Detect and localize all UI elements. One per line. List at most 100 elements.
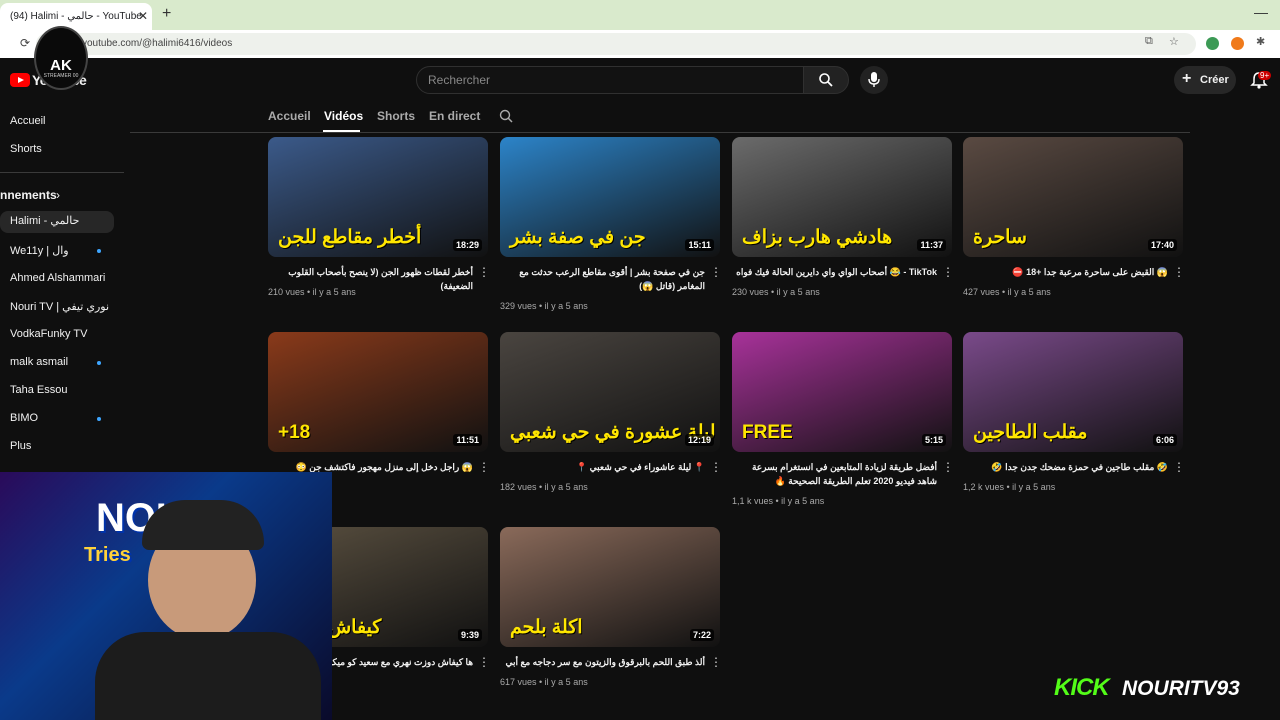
- video-thumbnail[interactable]: جن في صفة بشر 15:11: [500, 137, 720, 257]
- new-content-dot: [97, 417, 101, 421]
- video-thumbnail[interactable]: هادشي هارب بزاف 11:37: [732, 137, 952, 257]
- new-content-dot: [97, 361, 101, 365]
- video-thumbnail[interactable]: +18 11:51: [268, 332, 488, 452]
- video-meta: 427 vues • il y a 5 ans: [963, 287, 1051, 297]
- chevron-right-icon[interactable]: ›: [56, 188, 60, 202]
- video-meta: 1,1 k vues • il y a 5 ans: [732, 496, 825, 506]
- search-icon: [819, 73, 833, 87]
- video-meta: 329 vues • il y a 5 ans: [500, 301, 588, 311]
- thumbnail-caption: اكلة بلحم: [510, 617, 583, 638]
- sidebar-sub-more[interactable]: Plus: [10, 440, 31, 452]
- sidebar-sub-we11y[interactable]: We11y | وال: [10, 244, 69, 257]
- video-title[interactable]: 📍 ليلة عاشوراء في حي شعبي 📍: [500, 460, 705, 474]
- video-title[interactable]: ألذ طبق اللحم بالبرقوق والزيتون مع سر دج…: [500, 655, 705, 669]
- create-button[interactable]: + Créer: [1174, 66, 1236, 94]
- sidebar-sub-halimi[interactable]: Halimi - حالمي: [0, 211, 114, 233]
- video-thumbnail[interactable]: ليلة عشورة في حي شعبي 12:19: [500, 332, 720, 452]
- sidebar-item-shorts[interactable]: Shorts: [10, 143, 42, 155]
- video-thumbnail[interactable]: ساحرة 17:40: [963, 137, 1183, 257]
- video-duration: 18:29: [452, 239, 482, 251]
- plus-icon: +: [1182, 70, 1192, 87]
- video-title[interactable]: أفضل طريقة لزيادة المتابعين في انستغرام …: [732, 460, 937, 488]
- streamer-hoodie: [95, 632, 321, 720]
- tab-shorts[interactable]: Shorts: [377, 109, 415, 123]
- sidebar-sub-bimo[interactable]: BIMO: [10, 412, 38, 424]
- sidebar-sub-taha[interactable]: Taha Essou: [10, 384, 67, 396]
- video-duration: 11:51: [453, 434, 482, 446]
- more-options-icon[interactable]: ⋮: [478, 265, 490, 279]
- extensions-puzzle-icon[interactable]: ✱: [1256, 35, 1265, 48]
- voice-search-button[interactable]: [860, 66, 888, 94]
- channel-search-icon[interactable]: [499, 109, 513, 123]
- sidebar-sub-ahmed[interactable]: Ahmed Alshammari: [10, 272, 105, 284]
- video-meta: 182 vues • il y a 5 ans: [500, 482, 588, 492]
- browser-tab[interactable]: (94) Halimi - حالمي - YouTube ✕: [0, 3, 152, 30]
- thumbnail-caption: جن في صفة بشر: [510, 227, 646, 248]
- video-title[interactable]: TikTok - 😂 أصحاب الواي واي دايرين الحالة…: [732, 265, 937, 279]
- streamer-cap: [142, 500, 264, 550]
- more-options-icon[interactable]: ⋮: [1173, 265, 1185, 279]
- reload-icon[interactable]: ⟳: [20, 36, 30, 50]
- create-label: Créer: [1200, 74, 1229, 86]
- tabs-divider: [130, 132, 1190, 133]
- sidebar-sub-nouri[interactable]: Nouri TV | نوري تيفي: [10, 300, 109, 313]
- more-options-icon[interactable]: ⋮: [710, 655, 722, 669]
- more-options-icon[interactable]: ⋮: [710, 265, 722, 279]
- tab-live[interactable]: En direct: [429, 109, 480, 123]
- video-thumbnail[interactable]: أخطر مقاطع للجن 18:29: [268, 137, 488, 257]
- new-tab-button[interactable]: +: [162, 5, 171, 23]
- thumbnail-caption: هادشي هارب بزاف: [742, 227, 893, 248]
- video-duration: 17:40: [1147, 239, 1177, 251]
- thumbnail-caption: FREE: [742, 422, 793, 443]
- new-content-dot: [97, 249, 101, 253]
- sidebar-item-home[interactable]: Accueil: [10, 115, 45, 127]
- video-title[interactable]: 😱 القبض على ساحرة مرعبة جدا +18 ⛔: [963, 265, 1168, 279]
- video-duration: 6:06: [1152, 434, 1177, 446]
- kick-logo: KICK: [1054, 674, 1110, 701]
- thumbnail-caption: +18: [278, 422, 311, 443]
- video-duration: 12:19: [684, 434, 714, 446]
- more-options-icon[interactable]: ⋮: [1173, 460, 1185, 474]
- sidebar-subscriptions-heading[interactable]: nnements: [0, 188, 57, 202]
- video-meta: 1,2 k vues • il y a 5 ans: [963, 482, 1056, 492]
- webcam-overlay: NOU Tries: [0, 472, 332, 720]
- video-duration: 9:39: [457, 629, 482, 641]
- extension-icon[interactable]: [1206, 37, 1219, 50]
- browser-tab-bar: (94) Halimi - حالمي - YouTube ✕ + —: [0, 0, 1280, 30]
- search-placeholder: Rechercher: [428, 73, 491, 87]
- more-options-icon[interactable]: ⋮: [942, 460, 954, 474]
- video-title[interactable]: جن في صفحة بشر | أقوى مقاطع الرعب حدثت م…: [500, 265, 705, 293]
- video-thumbnail[interactable]: FREE 5:15: [732, 332, 952, 452]
- sidebar-sub-malk[interactable]: malk asmail: [10, 356, 68, 368]
- more-options-icon[interactable]: ⋮: [478, 460, 490, 474]
- tab-videos[interactable]: Vidéos: [324, 109, 363, 123]
- video-meta: 230 vues • il y a 5 ans: [732, 287, 820, 297]
- video-meta: 210 vues • il y a 5 ans: [268, 287, 356, 297]
- more-options-icon[interactable]: ⋮: [478, 655, 490, 669]
- video-thumbnail[interactable]: اكلة بلحم 7:22: [500, 527, 720, 647]
- streamer-logo-badge: AK STREAMER 00: [34, 26, 88, 90]
- address-bar[interactable]: youtube.com/@halimi6416/videos: [36, 33, 1196, 55]
- extension-icon-2[interactable]: [1231, 37, 1244, 50]
- thumbnail-caption: مقلب الطاجين: [973, 422, 1088, 443]
- tab-close-icon[interactable]: ✕: [138, 9, 148, 23]
- streamer-logo-text: AK: [50, 57, 72, 74]
- video-thumbnail[interactable]: مقلب الطاجين 6:06: [963, 332, 1183, 452]
- tab-home[interactable]: Accueil: [268, 109, 311, 123]
- video-title[interactable]: 🤣 مقلب طاجين في حمزة مضحك جدن جدا 🤣: [963, 460, 1168, 474]
- more-options-icon[interactable]: ⋮: [710, 460, 722, 474]
- minimize-button[interactable]: —: [1254, 4, 1268, 20]
- install-icon[interactable]: ⧉: [1145, 35, 1153, 48]
- youtube-logo-icon[interactable]: [10, 73, 30, 87]
- thumbnail-caption: ساحرة: [973, 227, 1027, 248]
- bookmark-star-icon[interactable]: ☆: [1169, 35, 1179, 48]
- video-duration: 15:11: [685, 239, 714, 251]
- video-duration: 7:22: [689, 629, 714, 641]
- more-options-icon[interactable]: ⋮: [942, 265, 954, 279]
- streamer-logo-subtext: STREAMER 00: [43, 73, 79, 79]
- search-button[interactable]: [803, 66, 849, 94]
- browser-toolbar: ⟳ youtube.com/@halimi6416/videos ⧉ ☆ ✱: [0, 30, 1280, 58]
- thumbnail-caption: أخطر مقاطع للجن: [278, 227, 422, 248]
- sidebar-sub-vodkafunky[interactable]: VodkaFunky TV: [10, 328, 87, 340]
- kick-channel-name: NOURITV93: [1122, 677, 1240, 700]
